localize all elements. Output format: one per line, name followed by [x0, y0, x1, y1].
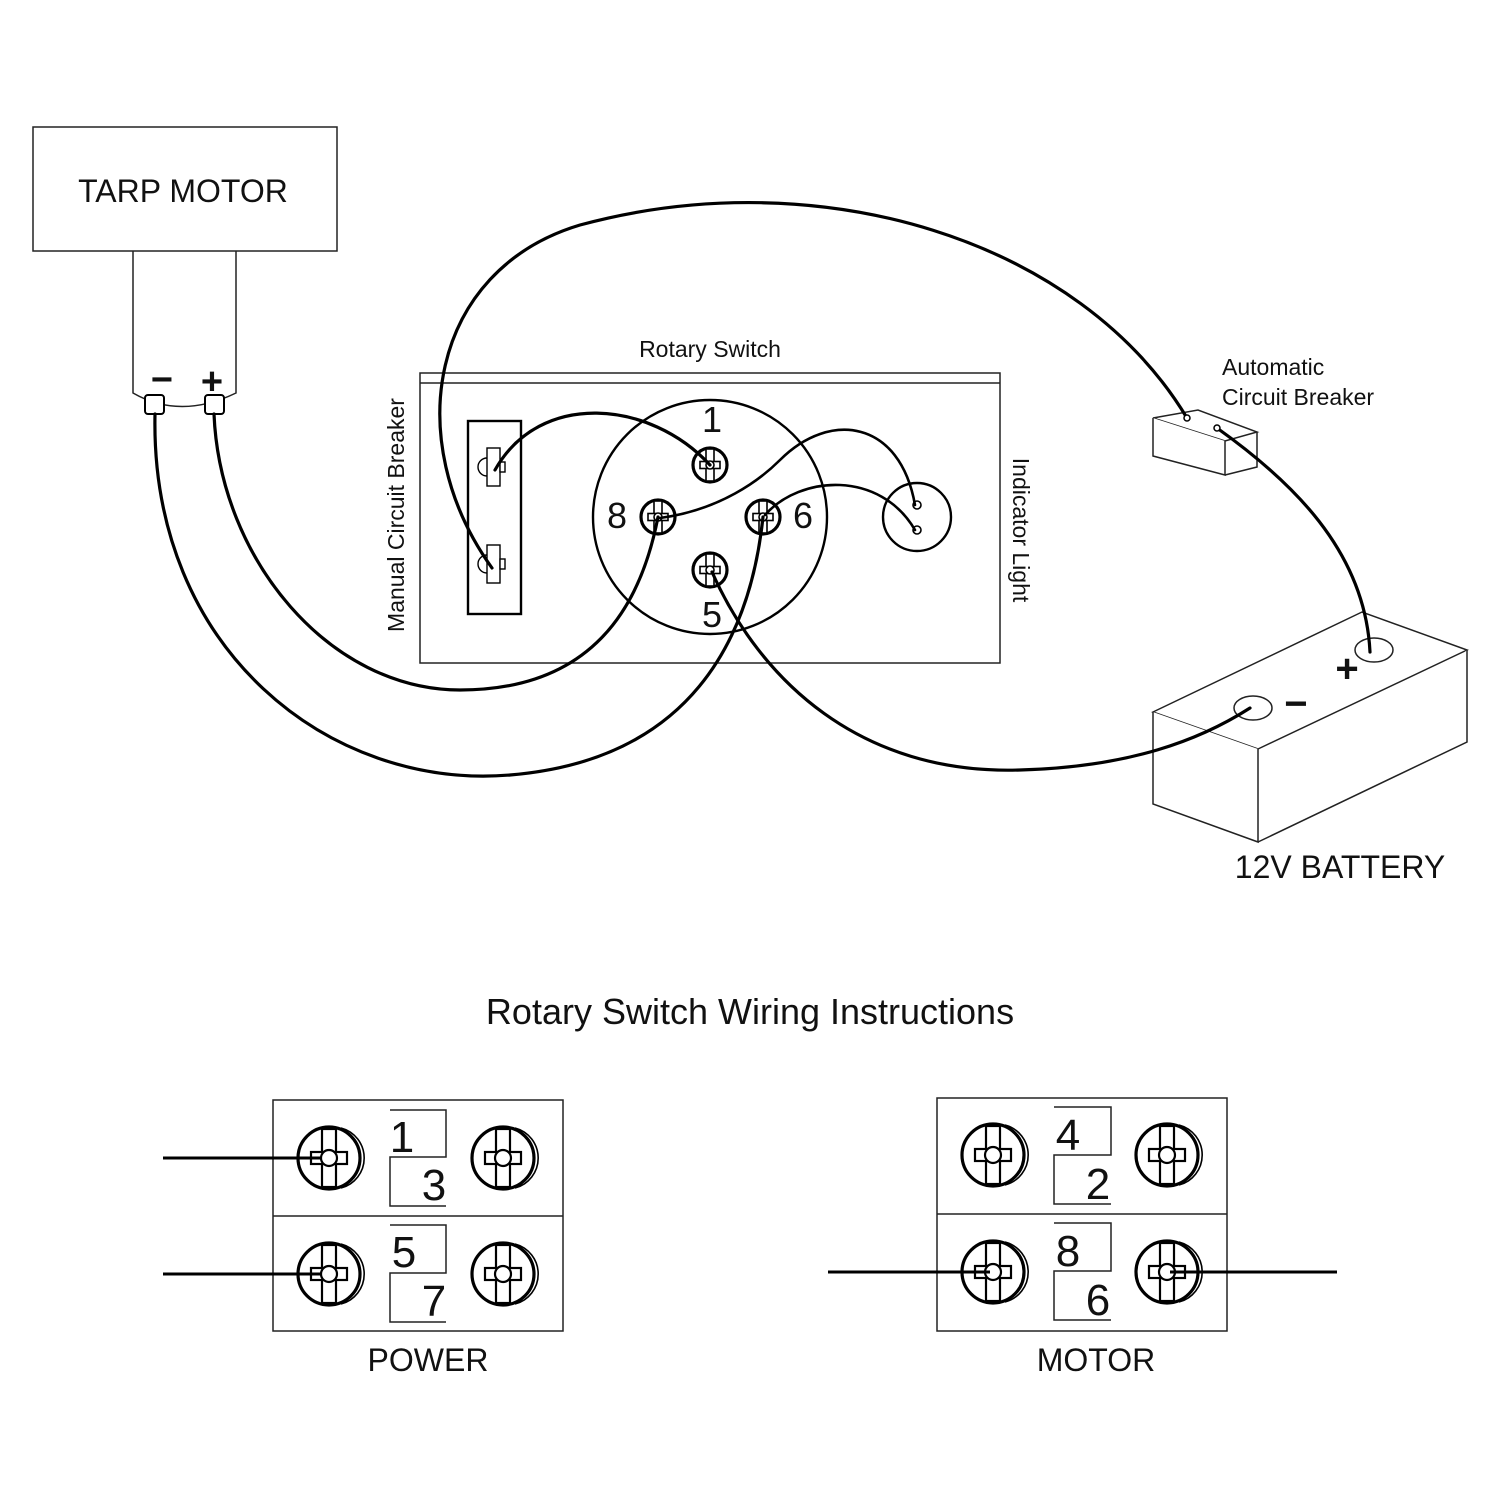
battery-label: 12V BATTERY: [1235, 849, 1445, 885]
power-screw-7: [470, 1241, 540, 1307]
indicator-light-label: Indicator Light: [1008, 458, 1034, 603]
auto-breaker-label-line2: Circuit Breaker: [1222, 384, 1374, 410]
manual-breaker-label: Manual Circuit Breaker: [383, 398, 409, 632]
motor-label-8: 8: [1056, 1227, 1080, 1276]
terminal-5-label: 5: [702, 594, 722, 635]
motor-block: 4 2 8 6 MOTOR: [828, 1097, 1337, 1378]
tarp-motor: TARP MOTOR − +: [32, 126, 338, 415]
rotary-switch-label: Rotary Switch: [639, 336, 781, 362]
power-screw-3: [470, 1125, 540, 1191]
terminal-1-label: 1: [702, 399, 722, 440]
power-label-1: 1: [390, 1113, 414, 1162]
motor-label-2: 2: [1086, 1160, 1110, 1209]
motor-negative-terminal: [144, 394, 165, 415]
motor-label: MOTOR: [1037, 1342, 1156, 1378]
motor-label-4: 4: [1056, 1111, 1080, 1160]
wiring-diagram: TARP MOTOR − + Rotary Switch Manual Circ…: [32, 126, 1469, 1378]
terminal-8-label: 8: [607, 495, 627, 536]
battery-negative-symbol: −: [1284, 682, 1307, 726]
motor-screw-4: [960, 1122, 1030, 1188]
battery: + − 12V BATTERY: [1151, 611, 1469, 885]
power-block: 1 3 5 7 POWER: [163, 1099, 564, 1378]
tarp-motor-label: TARP MOTOR: [78, 173, 288, 209]
battery-positive-post: [1354, 637, 1394, 663]
motor-screw-2: [1134, 1122, 1204, 1188]
power-label: POWER: [368, 1342, 489, 1378]
rotary-switch-panel: Rotary Switch Manual Circuit Breaker Ind…: [383, 336, 1034, 664]
motor-label-6: 6: [1086, 1276, 1110, 1325]
terminal-6-label: 6: [793, 495, 813, 536]
power-label-5: 5: [392, 1228, 416, 1277]
terminal-5: [691, 551, 729, 589]
battery-positive-symbol: +: [1335, 647, 1358, 691]
motor-positive-terminal: [204, 394, 225, 415]
power-label-3: 3: [422, 1161, 446, 1210]
battery-negative-post: [1233, 695, 1273, 721]
instructions-title: Rotary Switch Wiring Instructions: [486, 991, 1014, 1032]
power-label-7: 7: [422, 1277, 446, 1326]
auto-breaker-label-line1: Automatic: [1222, 354, 1324, 380]
